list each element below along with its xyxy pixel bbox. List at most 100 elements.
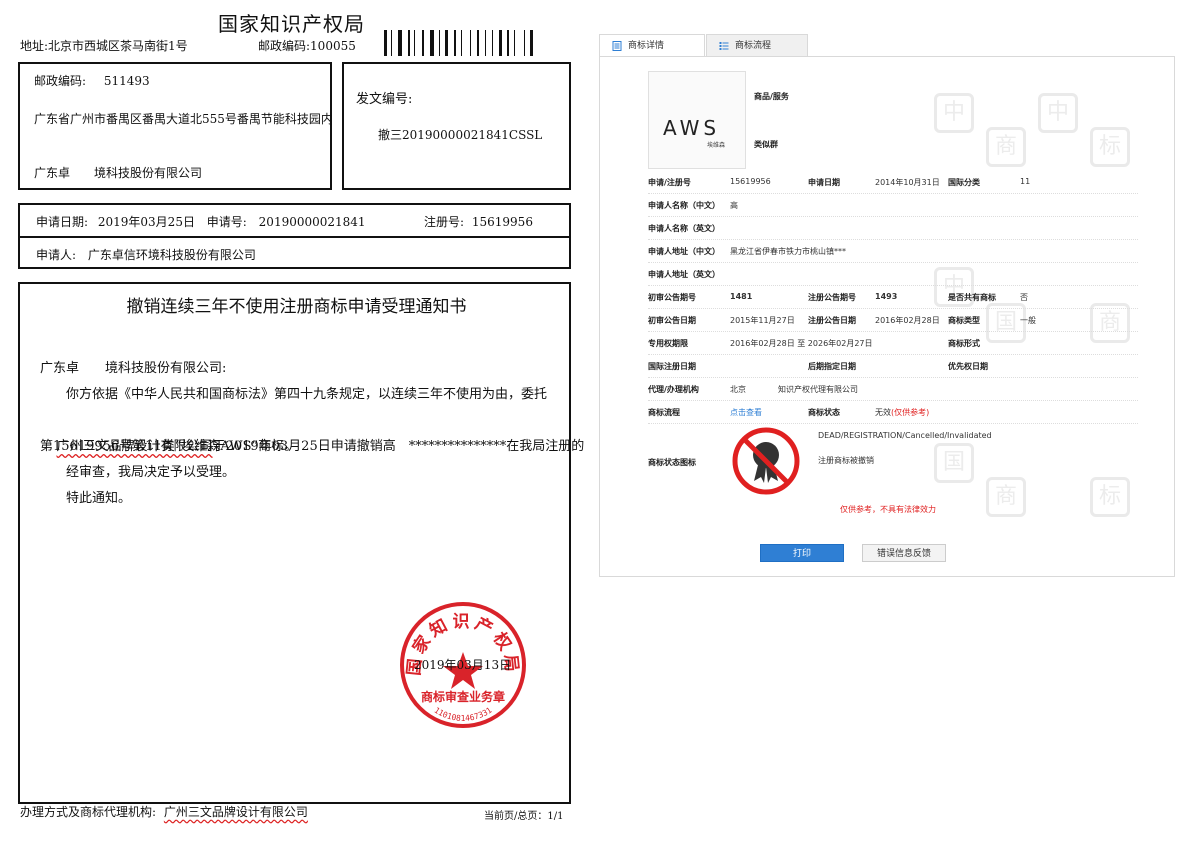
- barcode-bar: [388, 30, 389, 56]
- field-label: 申请/注册号: [648, 178, 691, 187]
- tab-trademark-flow[interactable]: 商标流程: [706, 34, 808, 57]
- status-icon-row: 商标状态图标 DEAD/REGISTRATION/Cancelled/Inval…: [648, 423, 1138, 495]
- table-row: 代理/办理机构 北京 知识产权代理有限公司: [648, 377, 1138, 401]
- field-label: 优先权日期: [948, 362, 988, 371]
- field-label: 专用权期限: [648, 339, 688, 348]
- field-value: 一般: [1020, 316, 1036, 325]
- barcode-bar: [430, 30, 434, 56]
- cancelled-status-icon: [732, 427, 800, 495]
- barcode-bar: [492, 30, 493, 56]
- tab-bar: 商标详情 商标流程: [599, 34, 1175, 57]
- barcode-bar: [404, 30, 405, 56]
- barcode-bar: [435, 30, 437, 56]
- error-feedback-button[interactable]: 错误信息反馈: [862, 544, 946, 562]
- field-label: 初审公告日期: [648, 316, 696, 325]
- field-value: 1481: [730, 292, 753, 301]
- barcode-bar: [443, 30, 444, 56]
- barcode-bar: [422, 30, 424, 56]
- barcode-bar: [536, 30, 537, 56]
- app-date: 2019年03月25日: [97, 215, 195, 229]
- recipient-box: 邮政编码: 511493 广东省广州市番禺区番禺大道北555号番禺节能科技园内 …: [18, 62, 333, 190]
- field-label: 商标流程: [648, 408, 680, 417]
- watermark: 中: [1038, 93, 1078, 133]
- field-label: 初审公告期号: [648, 293, 696, 302]
- body-line-5: 特此通知。: [66, 491, 132, 506]
- barcode-bar: [485, 30, 486, 56]
- reference-box: 发文编号: 撤三20190000021841CSSL: [342, 62, 571, 190]
- field-value: 黑龙江省伊春市铁力市桃山镇***: [730, 247, 846, 256]
- barcode-bar: [514, 30, 515, 56]
- table-row: 商标流程 点击查看 商标状态 无效(仅供参考): [648, 400, 1138, 424]
- reg-no: 15619956: [471, 215, 533, 229]
- status-chinese: 注册商标被撤销: [818, 456, 874, 465]
- table-row: 申请人地址（中文） 黑龙江省伊春市铁力市桃山镇***: [648, 239, 1138, 263]
- field-label: 注册公告日期: [808, 316, 856, 325]
- barcode-bar: [470, 30, 471, 56]
- barcode-bar: [499, 30, 502, 56]
- field-label: 国际分类: [948, 178, 980, 187]
- status-english: DEAD/REGISTRATION/Cancelled/Invalidated: [818, 431, 992, 440]
- tab-label: 商标流程: [735, 41, 772, 51]
- field-label: 商标类型: [948, 316, 980, 325]
- recipient-zip-label: 邮政编码:: [34, 74, 87, 88]
- barcode-bar: [414, 30, 415, 56]
- table-row: 国际注册日期 后期指定日期 优先权日期: [648, 354, 1138, 378]
- footer-agent: 办理方式及商标代理机构: 广州三文品牌设计有限公司: [20, 803, 308, 820]
- barcode-bar: [524, 30, 525, 56]
- field-value: 2014年10月31日: [875, 178, 940, 187]
- barcode-bar: [408, 30, 410, 56]
- barcode-bar: [384, 30, 387, 56]
- barcode-bar: [454, 30, 456, 56]
- watermark: 商: [986, 127, 1026, 167]
- barcode-bar: [480, 30, 483, 56]
- table-row: 申请/注册号 15619956 申请日期 2014年10月31日 国际分类 11: [648, 170, 1138, 194]
- barcode-bar: [465, 30, 469, 56]
- print-button[interactable]: 打印: [760, 544, 844, 562]
- field-label: 申请人地址（中文）: [648, 247, 720, 256]
- footer-agent-name: 广州三文品牌设计有限公司: [163, 805, 308, 819]
- barcode-bar: [461, 30, 462, 56]
- barcode-bar: [507, 30, 509, 56]
- view-flow-link[interactable]: 点击查看: [730, 407, 762, 418]
- barcode-bar: [489, 30, 491, 56]
- tab-trademark-details[interactable]: 商标详情: [599, 34, 705, 57]
- barcode-bar: [418, 30, 421, 56]
- field-value: 2016年02月28日: [875, 316, 940, 325]
- field-label: 申请人名称（英文）: [648, 224, 720, 233]
- trademark-image: AWS 埃维森: [648, 71, 746, 169]
- table-row: 申请人名称（英文）: [648, 216, 1138, 240]
- similar-group-label: 类似群: [754, 140, 778, 149]
- app-no: 20190000021841: [258, 215, 366, 229]
- field-label: 商标形式: [948, 339, 980, 348]
- barcode-bar: [517, 30, 521, 56]
- field-value: 15619956: [730, 177, 771, 186]
- office-title: 国家知识产权局: [218, 12, 365, 36]
- reg-no-label: 注册号:: [424, 215, 465, 229]
- barcode-bar: [391, 30, 392, 56]
- barcode-bar: [495, 30, 496, 56]
- barcode-bar: [503, 30, 505, 56]
- applicant-label: 申请人:: [36, 248, 77, 262]
- field-label: 商标状态: [808, 408, 840, 417]
- field-value: 知识产权代理有限公司: [778, 385, 858, 394]
- field-value: 否: [1020, 293, 1028, 302]
- office-zip: 邮政编码:100055: [258, 39, 356, 53]
- barcode-bar: [530, 30, 533, 56]
- barcode-bar: [445, 30, 448, 56]
- field-label: 注册公告期号: [808, 293, 856, 302]
- watermark: 标: [1090, 127, 1130, 167]
- seal-bottom-text: 商标审查业务章: [421, 689, 505, 704]
- barcode-bar: [439, 30, 440, 56]
- status-note: (仅供参考): [891, 408, 930, 417]
- disclaimer: 仅供参考，不具有法律效力: [840, 505, 936, 514]
- body-line-1: 你方依据《中华人民共和国商标法》第四十九条规定，以连续三年不使用为由，委托: [66, 387, 548, 402]
- barcode-bar: [473, 30, 474, 56]
- table-row: 初审公告日期 2015年11月27日 注册公告日期 2016年02月28日 商标…: [648, 308, 1138, 332]
- list-icon: [719, 42, 729, 50]
- field-value: 2016年02月28日 至 2026年02月27日: [730, 339, 873, 348]
- field-label: 申请日期: [808, 178, 840, 187]
- barcode-bar: [411, 30, 412, 56]
- reference-number: 撤三20190000021841CSSL: [378, 128, 543, 142]
- watermark: 中: [934, 93, 974, 133]
- table-row: 申请人名称（中文） 高: [648, 193, 1138, 217]
